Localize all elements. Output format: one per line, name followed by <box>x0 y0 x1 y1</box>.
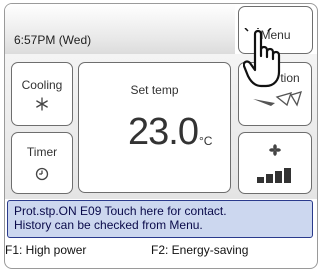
timer-label: Timer <box>26 145 58 159</box>
error-message-line2: History can be checked from Menu. <box>14 218 203 232</box>
top-bar <box>5 4 235 55</box>
set-temp-button[interactable]: Set temp 23.0 °C <box>78 62 231 193</box>
timer-button[interactable]: Timer <box>11 132 73 194</box>
mode-label: Cooling <box>21 78 63 92</box>
fan-speed-button[interactable] <box>238 132 312 194</box>
error-message-banner[interactable]: Prot.stp.ON E09 Touch here for contact. … <box>7 200 313 238</box>
clock-icon <box>12 167 72 186</box>
set-temp-value: 23.0 <box>128 111 199 153</box>
clock-display: 6:57PM (Wed) <box>14 33 92 47</box>
fan-speed-bars-icon <box>239 165 311 188</box>
mode-button[interactable]: Cooling <box>11 62 73 126</box>
set-temp-label: Set temp <box>130 83 179 97</box>
temp-unit: °C <box>199 134 213 148</box>
f1-function-label: F1: High power <box>5 243 87 257</box>
pointing-hand-icon <box>242 26 287 95</box>
f2-function-label: F2: Energy-saving <box>151 243 249 257</box>
snowflake-icon <box>12 97 72 116</box>
fan-icon <box>239 143 311 161</box>
remote-controller-screen: 6:57PM (Wed) Menu Cooling Timer Set temp… <box>4 3 318 269</box>
error-message-line1: Prot.stp.ON E09 Touch here for contact. <box>14 204 227 218</box>
